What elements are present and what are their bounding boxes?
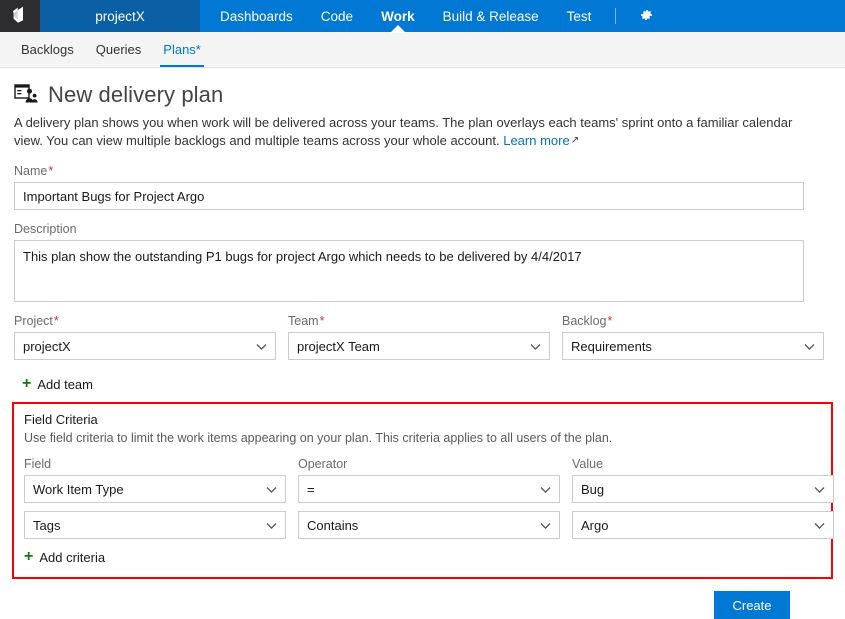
add-team-label: Add team xyxy=(37,376,93,392)
name-label: Name* xyxy=(14,164,831,178)
vsts-logo-icon xyxy=(11,6,29,27)
field-criteria-section: Field Criteria Use field criteria to lim… xyxy=(12,402,834,579)
external-link-icon: ↗ xyxy=(570,135,580,146)
team-label: Team* xyxy=(288,314,550,328)
project-label: Project* xyxy=(14,314,276,328)
nav-item-code[interactable]: Code xyxy=(307,0,367,32)
backlog-label-text: Backlog xyxy=(562,314,607,328)
chevron-down-icon xyxy=(814,518,825,533)
criteria-value-select-0[interactable]: Bug xyxy=(572,475,834,503)
name-input[interactable] xyxy=(14,182,804,210)
backlog-select-value: Requirements xyxy=(571,338,652,354)
name-field-group: Name* xyxy=(14,164,831,210)
criteria-header-value: Value xyxy=(572,457,604,471)
description-field-group: Description This plan show the outstandi… xyxy=(14,222,831,302)
nav-separator xyxy=(615,8,617,24)
chevron-down-icon xyxy=(540,482,551,497)
form-footer: Create xyxy=(14,579,831,619)
chevron-down-icon xyxy=(814,482,825,497)
delivery-plan-icon xyxy=(14,83,38,108)
chevron-down-icon xyxy=(266,518,277,533)
name-label-text: Name xyxy=(14,164,48,178)
backlog-field-group: Backlog* Requirements xyxy=(562,314,824,360)
field-criteria-title: Field Criteria xyxy=(24,412,98,427)
nav-item-dashboards[interactable]: Dashboards xyxy=(206,0,307,32)
criteria-field-value-1: Tags xyxy=(33,517,61,533)
vsts-logo[interactable] xyxy=(0,0,40,32)
nav-item-work[interactable]: Work xyxy=(367,0,429,32)
top-navigation-bar: projectX Dashboards Code Work Build & Re… xyxy=(0,0,845,32)
nav-item-test[interactable]: Test xyxy=(553,0,606,32)
chevron-down-icon xyxy=(530,339,541,354)
criteria-header-field: Field xyxy=(24,457,52,471)
criteria-field-select-0[interactable]: Work Item Type xyxy=(24,475,286,503)
learn-more-link[interactable]: Learn more xyxy=(503,133,569,148)
project-required-mark: * xyxy=(53,314,59,328)
add-criteria-button[interactable]: + Add criteria xyxy=(24,549,105,565)
criteria-value-value-1: Argo xyxy=(581,517,609,533)
criteria-operator-select-0[interactable]: = xyxy=(298,475,560,503)
criteria-value-value-0: Bug xyxy=(581,481,605,497)
team-select[interactable]: projectX Team xyxy=(288,332,550,360)
add-criteria-label: Add criteria xyxy=(39,549,106,565)
tab-plans[interactable]: Plans* xyxy=(152,32,212,67)
criteria-operator-value-0: = xyxy=(307,481,315,497)
page-title-row: New delivery plan xyxy=(14,82,831,108)
criteria-row: Tags Contains Argo ✕ xyxy=(24,511,834,539)
add-team-button[interactable]: + Add team xyxy=(22,376,93,392)
team-required-mark: * xyxy=(319,314,325,328)
criteria-value-select-1[interactable]: Argo xyxy=(572,511,834,539)
plus-icon: + xyxy=(24,548,34,565)
backlog-label: Backlog* xyxy=(562,314,824,328)
account-name[interactable]: projectX xyxy=(40,0,200,32)
team-label-text: Team xyxy=(288,314,319,328)
name-required-mark: * xyxy=(48,164,54,178)
team-field-group: Team* projectX Team xyxy=(288,314,550,360)
gear-icon xyxy=(638,7,654,26)
team-select-value: projectX Team xyxy=(297,338,380,354)
plus-icon: + xyxy=(22,375,32,392)
criteria-row: Work Item Type = Bug ✕ xyxy=(24,475,834,503)
criteria-column-headers: Field Operator Value xyxy=(24,457,821,471)
secondary-navigation-bar: Backlogs Queries Plans* xyxy=(0,32,845,68)
tab-queries[interactable]: Queries xyxy=(85,32,153,67)
description-textarea[interactable]: This plan show the outstanding P1 bugs f… xyxy=(14,240,804,302)
field-criteria-subtitle: Use field criteria to limit the work ite… xyxy=(24,431,613,445)
page-description: A delivery plan shows you when work will… xyxy=(14,114,818,150)
tab-backlogs[interactable]: Backlogs xyxy=(10,32,85,67)
chevron-down-icon xyxy=(540,518,551,533)
page-title: New delivery plan xyxy=(48,82,224,107)
backlog-required-mark: * xyxy=(607,314,613,328)
chevron-down-icon xyxy=(266,482,277,497)
project-select[interactable]: projectX xyxy=(14,332,276,360)
nav-item-build-release[interactable]: Build & Release xyxy=(429,0,553,32)
description-label: Description xyxy=(14,222,77,236)
primary-nav-items: Dashboards Code Work Build & Release Tes… xyxy=(200,0,605,32)
chevron-down-icon xyxy=(256,339,267,354)
backlog-select[interactable]: Requirements xyxy=(562,332,824,360)
chevron-down-icon xyxy=(804,339,815,354)
project-select-value: projectX xyxy=(23,338,71,354)
criteria-field-select-1[interactable]: Tags xyxy=(24,511,286,539)
settings-button[interactable] xyxy=(626,0,666,32)
criteria-field-value-0: Work Item Type xyxy=(33,481,124,497)
page-content: New delivery plan A delivery plan shows … xyxy=(0,82,845,619)
project-field-group: Project* projectX xyxy=(14,314,276,360)
project-team-backlog-row: Project* projectX Team* projectX Team Ba… xyxy=(14,314,831,360)
criteria-operator-value-1: Contains xyxy=(307,517,359,533)
criteria-header-operator: Operator xyxy=(298,457,348,471)
project-label-text: Project xyxy=(14,314,53,328)
criteria-operator-select-1[interactable]: Contains xyxy=(298,511,560,539)
page-description-text: A delivery plan shows you when work will… xyxy=(14,115,793,148)
